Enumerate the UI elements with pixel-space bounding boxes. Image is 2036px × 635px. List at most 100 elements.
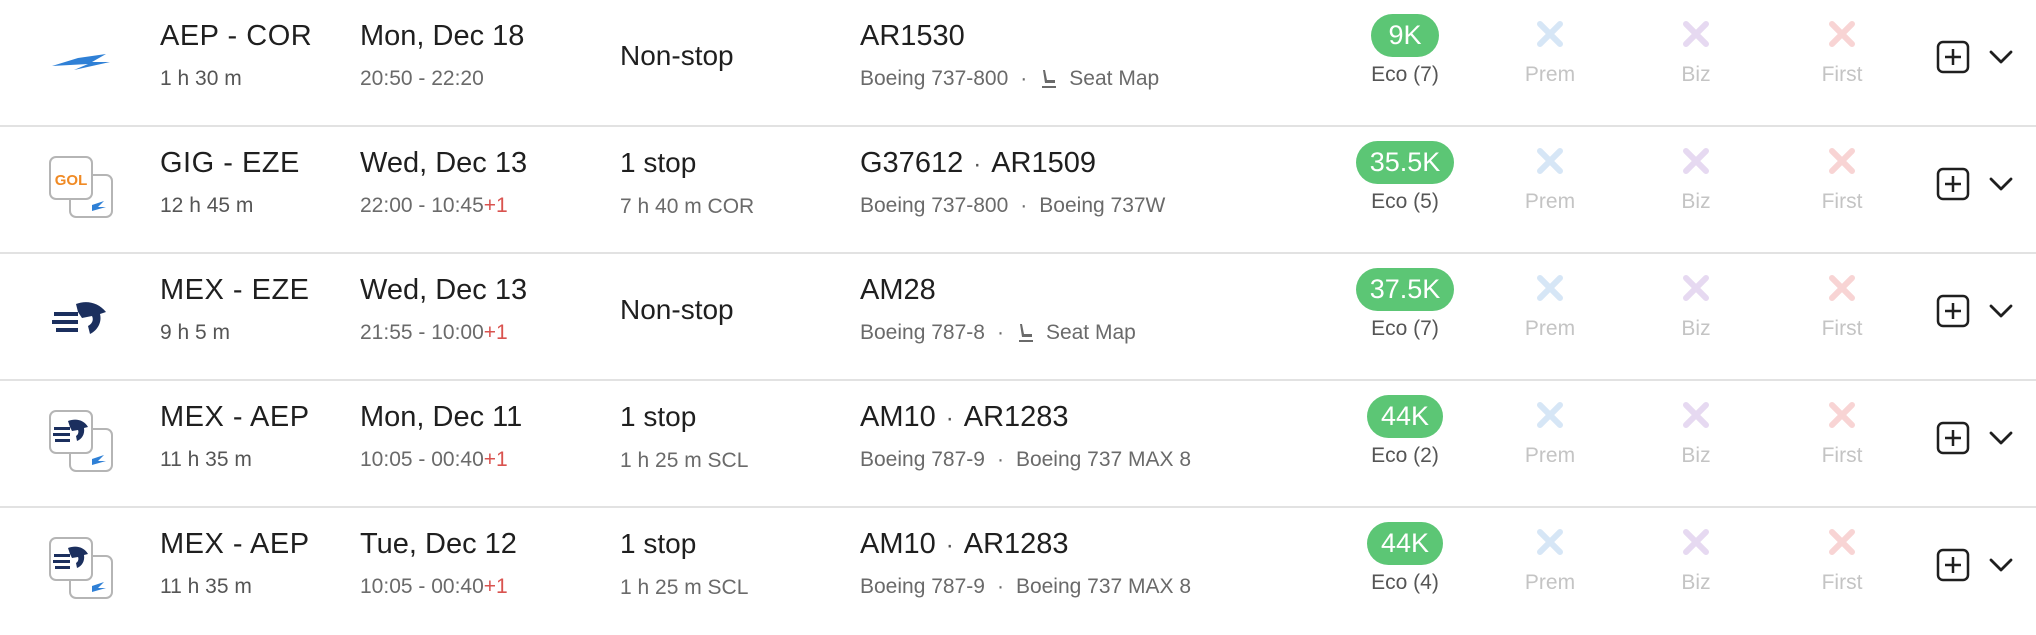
eco-points-badge[interactable]: 9K (1371, 14, 1439, 57)
route-codes: MEX - AEP (160, 528, 310, 560)
cabin-label-prem: Prem (1524, 571, 1576, 594)
flight-number: AR1509 (991, 147, 1097, 179)
flight-number: AR1283 (963, 401, 1069, 433)
flight-duration: 9 h 5 m (160, 321, 231, 344)
unavailable-x-icon (1537, 21, 1563, 47)
flight-result-row[interactable]: MEX - EZE 9 h 5 m Wed, Dec 13 21:55 - 10… (0, 254, 2036, 381)
svg-text:GOL: GOL (55, 172, 88, 189)
cabin-label-biz: Biz (1681, 317, 1711, 340)
flight-number: AR1283 (963, 528, 1069, 560)
unavailable-x-icon (1683, 529, 1709, 555)
flight-times: 20:50 - 22:20 (360, 67, 484, 90)
flight-number: AM10 (860, 401, 936, 433)
separator-dot: · (1020, 67, 1028, 90)
unavailable-x-icon (1683, 402, 1709, 428)
flight-result-row[interactable]: MEX - AEP 11 h 35 m Mon, Dec 11 10:05 - … (0, 381, 2036, 508)
add-plus-icon[interactable] (1936, 167, 1970, 201)
aircraft-type: Boeing 737W (1039, 194, 1166, 217)
unavailable-x-icon (1829, 402, 1855, 428)
eco-availability: Eco (2) (1371, 444, 1439, 467)
flight-date: Wed, Dec 13 (360, 147, 528, 179)
flight-duration: 11 h 35 m (160, 575, 252, 598)
layover-info: 1 h 25 m SCL (620, 449, 749, 472)
eco-points-badge[interactable]: 35.5K (1355, 141, 1455, 184)
aircraft-type: Boeing 737-800 (860, 67, 1009, 90)
cabin-label-biz: Biz (1681, 63, 1711, 86)
unavailable-x-icon (1829, 275, 1855, 301)
eco-availability: Eco (5) (1371, 190, 1439, 213)
aeromexico-multi-airline-logo-icon (49, 410, 113, 472)
flight-number: AM28 (860, 274, 936, 306)
unavailable-x-icon (1683, 275, 1709, 301)
eco-availability: Eco (7) (1371, 317, 1439, 340)
cabin-label-prem: Prem (1524, 444, 1576, 467)
unavailable-x-icon (1829, 529, 1855, 555)
route-codes: AEP - COR (160, 20, 313, 52)
seat-map-link[interactable]: Seat Map (1069, 67, 1159, 91)
flight-date: Wed, Dec 13 (360, 274, 528, 306)
cabin-label-first: First (1821, 571, 1863, 594)
cabin-label-first: First (1821, 63, 1863, 86)
separator-dot: · (996, 321, 1004, 344)
unavailable-x-icon (1683, 21, 1709, 47)
aircraft-type: Boeing 737 MAX 8 (1015, 448, 1192, 471)
separator-dot: · (996, 448, 1004, 471)
flight-duration: 11 h 35 m (160, 448, 252, 471)
flight-date: Mon, Dec 18 (360, 20, 525, 52)
flight-number: AR1530 (860, 20, 965, 52)
separator-dot: · (1020, 194, 1028, 217)
aircraft-type: Boeing 787-9 (860, 575, 985, 598)
flight-number: AM10 (860, 528, 936, 560)
cabin-label-biz: Biz (1681, 571, 1711, 594)
chevron-down-icon[interactable] (1988, 554, 2014, 576)
flight-result-row[interactable]: MEX - AEP 11 h 35 m Tue, Dec 12 10:05 - … (0, 508, 2036, 635)
unavailable-x-icon (1683, 148, 1709, 174)
flight-times: 21:55 - 10:00 (360, 321, 484, 344)
separator-dot: · (973, 151, 982, 178)
seat-icon (1018, 324, 1033, 342)
flight-duration: 12 h 45 m (160, 194, 254, 217)
flight-duration: 1 h 30 m (160, 67, 242, 90)
chevron-down-icon[interactable] (1988, 300, 2014, 322)
flight-result-row[interactable]: GOL GIG - EZE 12 h 45 m Wed, Dec 13 22:0… (0, 127, 2036, 254)
chevron-down-icon[interactable] (1988, 427, 2014, 449)
add-plus-icon[interactable] (1936, 421, 1970, 455)
eco-availability: Eco (4) (1371, 571, 1439, 594)
cabin-label-prem: Prem (1524, 317, 1576, 340)
unavailable-x-icon (1829, 21, 1855, 47)
next-day-indicator: +1 (483, 448, 508, 471)
flight-date: Tue, Dec 12 (360, 528, 517, 560)
add-plus-icon[interactable] (1936, 40, 1970, 74)
eco-points-badge[interactable]: 44K (1366, 522, 1444, 565)
add-plus-icon[interactable] (1936, 548, 1970, 582)
route-codes: GIG - EZE (160, 147, 300, 179)
stops-label: Non-stop (620, 294, 734, 325)
aircraft-type: Boeing 787-8 (860, 321, 985, 344)
cabin-label-first: First (1821, 444, 1863, 467)
next-day-indicator: +1 (483, 194, 508, 217)
chevron-down-icon[interactable] (1988, 46, 2014, 68)
flight-times: 22:00 - 10:45 (360, 194, 484, 217)
eco-availability: Eco (7) (1371, 63, 1439, 86)
flight-number: G37612 (860, 147, 964, 179)
cabin-label-biz: Biz (1681, 444, 1711, 467)
aerolineas-argentinas-logo-icon (52, 54, 110, 70)
gol-multi-airline-logo-icon: GOL (49, 156, 113, 218)
aircraft-type: Boeing 787-9 (860, 448, 985, 471)
aircraft-type: Boeing 737 MAX 8 (1015, 575, 1192, 598)
flight-date: Mon, Dec 11 (360, 401, 523, 433)
unavailable-x-icon (1537, 148, 1563, 174)
stops-label: Non-stop (620, 40, 734, 71)
add-plus-icon[interactable] (1936, 294, 1970, 328)
eco-points-badge[interactable]: 37.5K (1355, 268, 1455, 311)
next-day-indicator: +1 (483, 575, 508, 598)
layover-info: 1 h 25 m SCL (620, 576, 749, 599)
flight-results-list: AEP - COR 1 h 30 m Mon, Dec 18 20:50 - 2… (0, 0, 2036, 635)
aircraft-type: Boeing 737-800 (860, 194, 1009, 217)
seat-icon (1042, 70, 1057, 88)
flight-result-row[interactable]: AEP - COR 1 h 30 m Mon, Dec 18 20:50 - 2… (0, 0, 2036, 127)
eco-points-badge[interactable]: 44K (1366, 395, 1444, 438)
seat-map-link[interactable]: Seat Map (1046, 321, 1136, 345)
stops-label: 1 stop (620, 528, 697, 559)
chevron-down-icon[interactable] (1988, 173, 2014, 195)
